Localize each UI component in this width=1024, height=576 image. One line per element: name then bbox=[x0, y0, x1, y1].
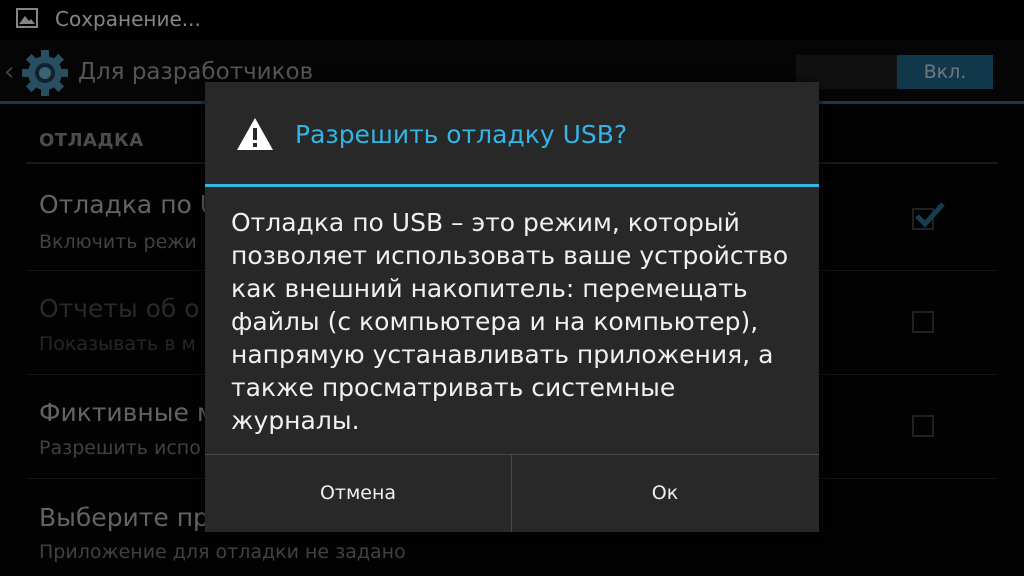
usb-debugging-dialog: Разрешить отладку USB? Отладка по USB – … bbox=[205, 82, 819, 532]
dialog-message: Отладка по USB – это режим, который позв… bbox=[231, 208, 789, 435]
cancel-button[interactable]: Отмена bbox=[205, 455, 511, 532]
dialog-header: Разрешить отладку USB? bbox=[205, 82, 819, 186]
ok-button[interactable]: Ок bbox=[512, 455, 818, 532]
dialog-title: Разрешить отладку USB? bbox=[295, 120, 628, 149]
warning-icon bbox=[237, 118, 273, 150]
dialog-title-divider bbox=[205, 184, 819, 187]
